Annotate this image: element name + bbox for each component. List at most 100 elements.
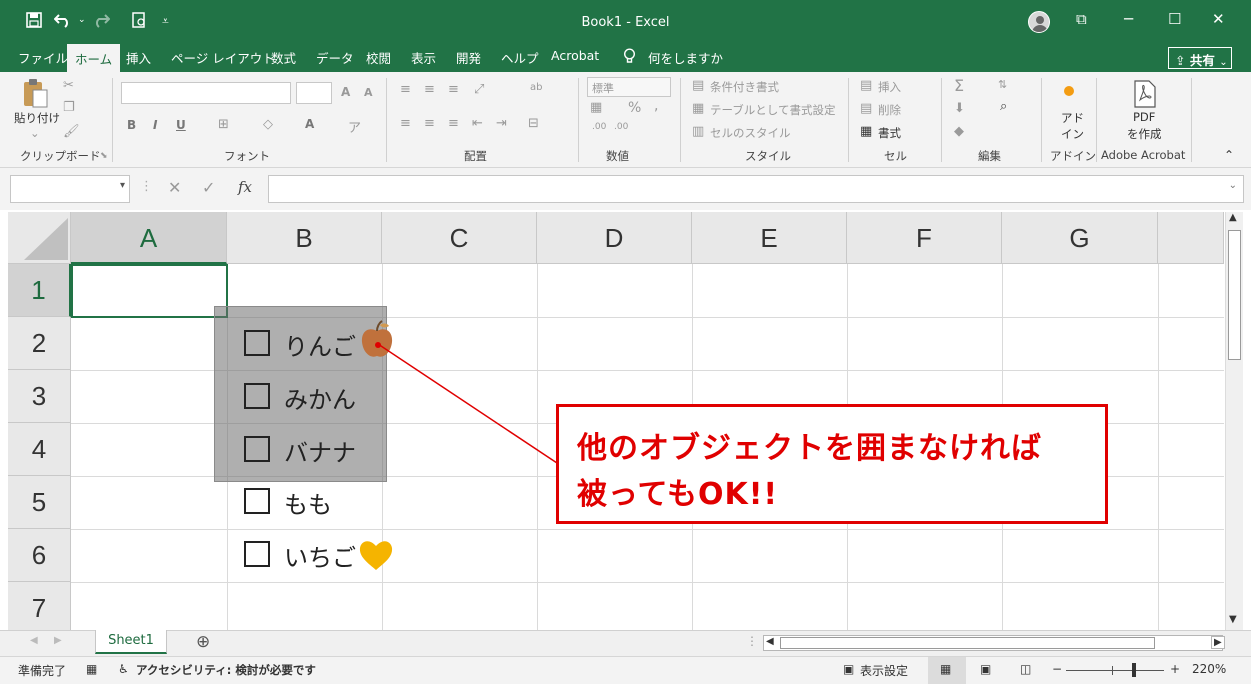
- conditional-format-icon[interactable]: ▤: [692, 78, 704, 93]
- sheet-prev-icon[interactable]: ◀: [30, 635, 38, 646]
- tab-home[interactable]: ホーム: [67, 44, 121, 72]
- tab-formulas[interactable]: 数式: [271, 48, 296, 67]
- formula-input[interactable]: ⌄: [268, 175, 1244, 203]
- format-cells-button[interactable]: 書式: [878, 125, 901, 141]
- tab-page-layout[interactable]: ページ レイアウト: [171, 48, 275, 67]
- tab-review[interactable]: 校閲: [366, 48, 391, 67]
- find-select-icon[interactable]: ⌕: [1000, 99, 1007, 114]
- paste-label[interactable]: 貼り付け: [14, 110, 60, 126]
- format-cells-icon[interactable]: ▦: [860, 124, 872, 139]
- callout-box[interactable]: 他のオブジェクトを囲まなければ 被ってもOK!!: [556, 404, 1108, 524]
- insert-function-icon[interactable]: fx: [238, 178, 252, 196]
- column-header-h[interactable]: [1158, 212, 1224, 264]
- formula-bar-handle[interactable]: ⋮: [140, 179, 153, 194]
- tab-acrobat[interactable]: Acrobat: [551, 48, 599, 63]
- italic-button[interactable]: I: [153, 118, 157, 132]
- scroll-left-icon[interactable]: ◀: [766, 636, 774, 647]
- share-button[interactable]: ⇪ 共有 ⌄: [1168, 47, 1232, 69]
- currency-icon[interactable]: ▦: [590, 100, 602, 115]
- page-layout-view-icon[interactable]: ▣: [980, 662, 991, 676]
- accessibility-icon[interactable]: ♿: [118, 662, 129, 676]
- normal-view-icon[interactable]: ▦: [940, 662, 951, 676]
- column-header-c[interactable]: C: [382, 212, 537, 264]
- tab-file[interactable]: ファイル: [18, 48, 68, 67]
- tab-help[interactable]: ヘルプ: [501, 48, 539, 67]
- column-header-e[interactable]: E: [692, 212, 847, 264]
- delete-cells-button[interactable]: 削除: [878, 102, 901, 118]
- autosum-icon[interactable]: Σ: [954, 76, 964, 95]
- page-break-view-icon[interactable]: ◫: [1020, 662, 1031, 676]
- align-top-icon[interactable]: ≡: [400, 82, 411, 97]
- underline-button[interactable]: U: [176, 118, 186, 132]
- wrap-text-icon[interactable]: ab: [530, 82, 542, 93]
- column-header-b[interactable]: B: [227, 212, 382, 264]
- increase-decimal-icon[interactable]: .00: [592, 122, 606, 132]
- delete-cells-icon[interactable]: ▤: [860, 101, 872, 116]
- tab-insert[interactable]: 挿入: [126, 48, 151, 67]
- zoom-in-button[interactable]: +: [1170, 662, 1180, 676]
- scroll-right-icon[interactable]: ▶: [1211, 636, 1225, 649]
- align-right-icon[interactable]: ≡: [448, 116, 459, 131]
- column-header-d[interactable]: D: [537, 212, 692, 264]
- chevron-down-icon[interactable]: ▾: [120, 180, 125, 191]
- copy-icon[interactable]: ❐: [63, 100, 75, 115]
- row-header-6[interactable]: 6: [8, 529, 71, 582]
- vertical-scrollbar[interactable]: ▲ ▼: [1225, 212, 1243, 630]
- active-cell-a1[interactable]: [71, 264, 228, 318]
- align-center-icon[interactable]: ≡: [424, 116, 435, 131]
- decrease-indent-icon[interactable]: ⇤: [472, 116, 483, 131]
- clear-icon[interactable]: ◆: [954, 124, 964, 139]
- align-left-icon[interactable]: ≡: [400, 116, 411, 131]
- column-header-g[interactable]: G: [1002, 212, 1158, 264]
- enter-icon[interactable]: ✓: [202, 178, 215, 197]
- orientation-icon[interactable]: ⤢: [474, 82, 484, 97]
- select-all-corner[interactable]: [8, 212, 71, 264]
- addins-label-1[interactable]: アド: [1061, 110, 1084, 126]
- checkbox-banana[interactable]: [244, 436, 270, 462]
- tab-developer[interactable]: 開発: [456, 48, 481, 67]
- checkbox-apple[interactable]: [244, 330, 270, 356]
- font-name-combo[interactable]: [121, 82, 291, 104]
- insert-cells-button[interactable]: 挿入: [878, 79, 901, 95]
- tell-me-search[interactable]: 何をしますか: [648, 48, 723, 67]
- scroll-up-icon[interactable]: ▲: [1229, 212, 1237, 223]
- format-painter-icon[interactable]: 🖌: [63, 124, 80, 139]
- number-format-combo[interactable]: 標準: [587, 77, 671, 97]
- name-box[interactable]: ▾: [10, 175, 130, 203]
- addins-icon[interactable]: [1064, 86, 1074, 96]
- ribbon-display-icon[interactable]: ⧉: [1076, 10, 1087, 28]
- dialog-launcher-icon[interactable]: ⬊: [100, 151, 108, 161]
- format-as-table-button[interactable]: テーブルとして書式設定: [710, 102, 835, 118]
- split-handle-icon[interactable]: ⋮: [746, 634, 758, 648]
- zoom-level[interactable]: 220%: [1192, 662, 1226, 676]
- row-header-1[interactable]: 1: [8, 264, 71, 317]
- collapse-ribbon-icon[interactable]: ⌃: [1224, 148, 1234, 162]
- tab-data[interactable]: データ: [316, 48, 354, 67]
- create-pdf-label-2[interactable]: を作成: [1127, 126, 1162, 142]
- row-header-3[interactable]: 3: [8, 370, 71, 423]
- sheet-tab-sheet1[interactable]: Sheet1: [95, 630, 167, 654]
- merge-center-icon[interactable]: ⊟: [528, 116, 539, 131]
- display-settings-button[interactable]: 表示設定: [860, 662, 908, 679]
- horizontal-scroll-thumb[interactable]: [780, 637, 1155, 649]
- create-pdf-label-1[interactable]: PDF: [1133, 110, 1155, 124]
- decrease-decimal-icon[interactable]: .00: [614, 122, 628, 132]
- grow-font-button[interactable]: A: [341, 85, 350, 99]
- row-header-2[interactable]: 2: [8, 317, 71, 370]
- minimize-button[interactable]: ─: [1124, 10, 1133, 28]
- insert-cells-icon[interactable]: ▤: [860, 78, 872, 93]
- cell-styles-icon[interactable]: ▥: [692, 124, 704, 139]
- shrink-font-button[interactable]: A: [364, 86, 373, 99]
- increase-indent-icon[interactable]: ⇥: [496, 116, 507, 131]
- macro-record-icon[interactable]: ▦: [86, 662, 97, 676]
- borders-icon[interactable]: ⊞: [218, 117, 229, 132]
- accessibility-status[interactable]: アクセシビリティ: 検討が必要です: [136, 662, 316, 678]
- paste-icon[interactable]: [22, 78, 48, 108]
- row-header-4[interactable]: 4: [8, 423, 71, 476]
- fill-icon[interactable]: ⬇: [954, 101, 965, 116]
- expand-formula-icon[interactable]: ⌄: [1229, 180, 1237, 191]
- fill-color-icon[interactable]: ◇: [263, 117, 273, 132]
- cut-icon[interactable]: ✂: [63, 78, 74, 93]
- font-size-combo[interactable]: [296, 82, 332, 104]
- maximize-button[interactable]: ☐: [1168, 10, 1181, 28]
